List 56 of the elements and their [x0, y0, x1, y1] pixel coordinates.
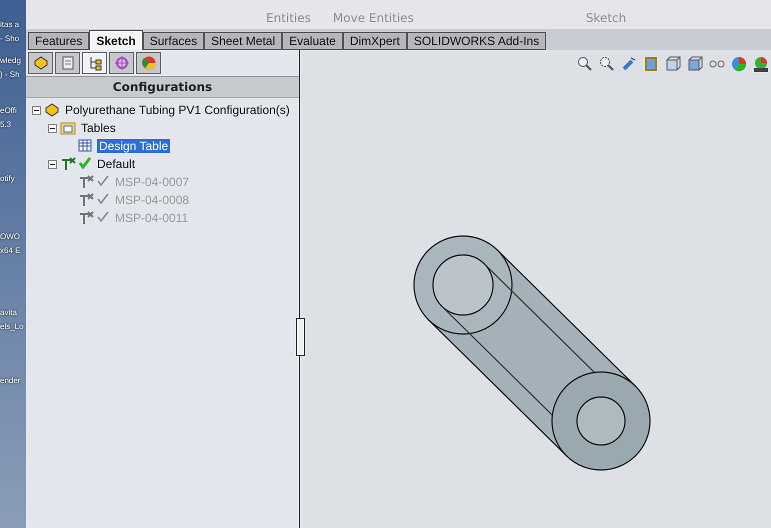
part-icon — [32, 55, 48, 71]
table-folder-icon — [60, 120, 76, 136]
desktop-icon-label: els_Lo — [0, 321, 24, 333]
manager-tab[interactable] — [82, 52, 107, 74]
desktop-icon-label: 5.3 — [0, 119, 12, 131]
crosshair-icon — [114, 55, 130, 71]
desktop-icon-label: avita — [0, 307, 17, 319]
desktop-icon-label: - Sho — [0, 33, 20, 45]
scene-icon — [753, 56, 769, 72]
desktop-icon-label: OWO — [0, 231, 20, 243]
checkmark-icon — [96, 210, 110, 224]
ribbon-tab[interactable]: Sheet Metal — [204, 32, 282, 50]
configuration-icon — [78, 174, 94, 190]
ribbon-tab[interactable]: Features — [28, 32, 90, 50]
toolbar-label: Sketch — [586, 11, 626, 25]
toolbar-label: Entities — [266, 11, 311, 25]
ribbon-tab[interactable]: DimXpert — [342, 32, 407, 50]
configuration-icon — [60, 156, 76, 172]
desktop-icon-label: otify — [0, 173, 15, 185]
ribbon-tab[interactable]: SOLIDWORKS Add-Ins — [406, 32, 546, 50]
checkmark-icon — [96, 192, 110, 206]
zoom-icon — [599, 56, 615, 72]
checkmark-icon — [96, 174, 110, 188]
cube-icon — [687, 56, 703, 72]
spreadsheet-icon — [78, 138, 94, 154]
cube-icon — [665, 56, 681, 72]
ribbon-tab[interactable]: Evaluate — [282, 32, 343, 50]
collapse-toggle[interactable] — [48, 124, 57, 132]
part-icon — [44, 102, 60, 118]
panel-title: Configurations — [26, 77, 299, 98]
checkmark-icon — [78, 156, 92, 170]
collapse-toggle[interactable] — [32, 106, 41, 114]
desktop-icon-label: itas a — [0, 19, 20, 31]
collapse-toggle[interactable] — [48, 160, 57, 168]
desktop-icon-label: eOffi — [0, 105, 17, 117]
manager-tab[interactable] — [28, 52, 53, 74]
tree-item[interactable]: Polyurethane Tubing PV1 Configuration(s) — [63, 103, 292, 117]
tree-item[interactable]: Design Table — [97, 139, 170, 153]
zoom-icon — [577, 56, 593, 72]
glasses-icon — [709, 60, 725, 68]
tree-item[interactable]: Tables — [79, 121, 118, 135]
desktop-icon-label: wledg — [0, 55, 21, 67]
ribbon-tab[interactable]: Surfaces — [142, 32, 204, 50]
toolbar-label: Move Entities — [332, 11, 414, 25]
configuration-icon — [78, 192, 94, 208]
tree-item[interactable]: Default — [95, 157, 138, 171]
clipboard-icon — [60, 55, 76, 71]
configuration-icon — [78, 210, 94, 226]
desktop-icon-label: x64 E — [0, 245, 20, 257]
desktop-icon-label: ) - Sh — [0, 69, 20, 81]
desktop-icon-label: ender — [0, 375, 20, 387]
ribbon-tab[interactable]: Sketch — [89, 30, 143, 50]
manager-tab[interactable] — [55, 52, 80, 74]
panel-collapse-handle[interactable] — [296, 318, 305, 356]
color-ball-icon — [140, 55, 156, 71]
color-ball-icon — [731, 56, 747, 72]
